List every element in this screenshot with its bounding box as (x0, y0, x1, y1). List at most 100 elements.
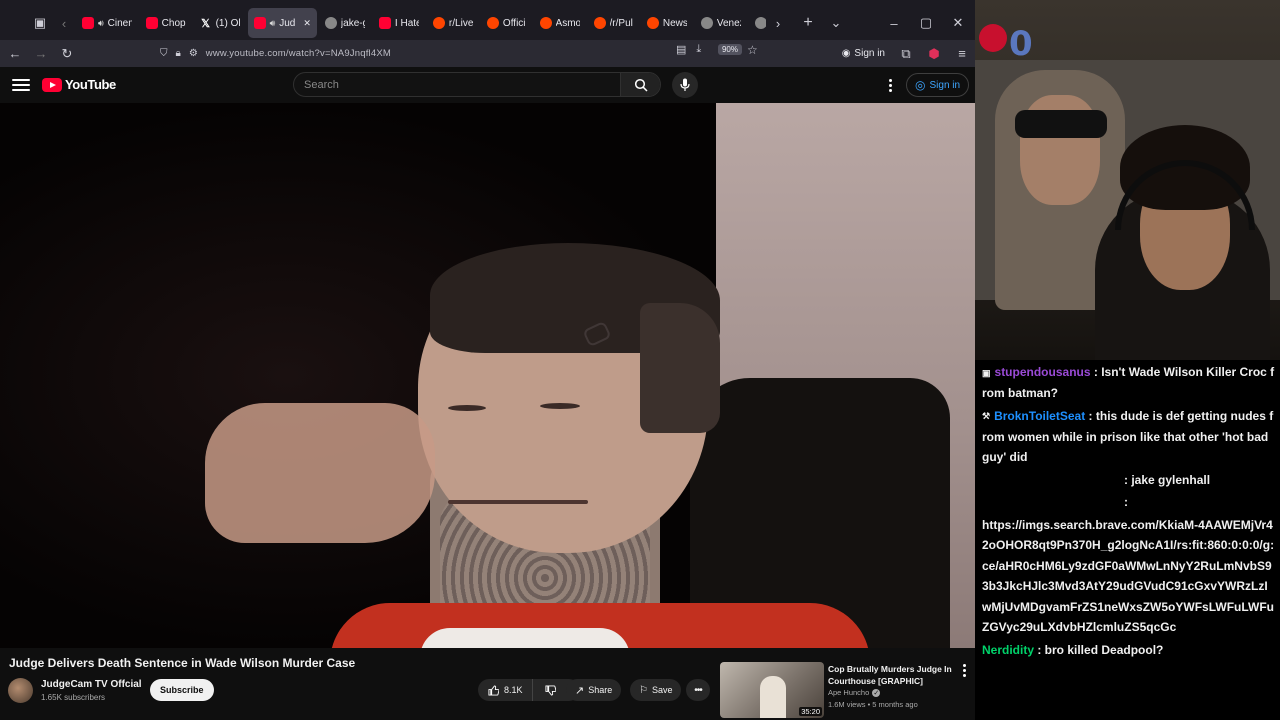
browser-tab-label: jake-g (340, 17, 365, 29)
save-button[interactable]: ⚐ Save (630, 679, 682, 701)
chat-message: ▣ stupendousanus : Isn't Wade Wilson Kill… (982, 362, 1276, 404)
reader-view-icon[interactable]: ▤ (676, 43, 686, 56)
browser-tab-label: Cinem (107, 17, 132, 29)
browser-tab[interactable]: r/Live (427, 8, 479, 38)
youtube-play-icon (42, 77, 62, 92)
bookmark-star-icon[interactable]: ☆ (747, 43, 758, 57)
search-input[interactable] (294, 78, 620, 91)
recommended-channel[interactable]: Ape Huncho ✓ (828, 688, 881, 697)
url-text[interactable]: www.youtube.com/watch?v=NA9Jnqfl4XM (206, 48, 391, 59)
more-horizontal-icon: ••• (694, 684, 702, 696)
browser-tab[interactable]: Venez (695, 8, 747, 38)
youtube-sign-in-button[interactable]: ◎ Sign in (906, 73, 970, 97)
lock-icon[interactable]: 🔒︎ (176, 48, 181, 59)
tab-list: 🔊︎CinemChop𝕏(1) Ol🔊︎Jud✕jake-gI Hater/Li… (76, 8, 766, 38)
browser-tab[interactable]: Offici (481, 8, 532, 38)
browser-tab[interactable]: 🔊︎ Jud ✕ (247, 8, 317, 38)
webcam-feed: 0 (975, 0, 1280, 360)
ublock-icon[interactable]: ⬢ (921, 42, 947, 66)
maximize-icon[interactable]: ▢ (914, 11, 938, 35)
scroll-tabs-left-icon[interactable]: ‹ (52, 11, 76, 35)
reddit-favicon-icon (646, 17, 659, 29)
chat-message-text: : bro killed Deadpool? (1034, 642, 1164, 657)
share-button[interactable]: ↗ Share (566, 679, 622, 701)
bookmark-icon: ⚐ (639, 684, 648, 696)
browser-tab-label: News (662, 17, 687, 29)
account-icon: ◉ (841, 48, 851, 59)
permissions-icon[interactable]: ⚙ (189, 48, 198, 59)
app-menu-icon[interactable]: ≡ (949, 42, 975, 66)
reddit-favicon-icon (432, 17, 445, 29)
subscribe-button[interactable]: Subscribe (150, 679, 214, 701)
minimize-icon[interactable]: – (882, 11, 906, 35)
download-icon[interactable]: ⤓ (696, 43, 701, 56)
tab-audio-icon[interactable]: 🔊︎ (98, 18, 104, 29)
youtube-logo[interactable]: YouTube (42, 77, 116, 92)
browser-tab[interactable]: Jan. (749, 8, 766, 38)
youtube-favicon-icon (378, 17, 391, 29)
zoom-level[interactable]: 90% (717, 44, 742, 55)
more-actions-button[interactable]: ••• (686, 679, 710, 701)
thumbs-down-icon (544, 684, 556, 696)
video-hand (205, 403, 435, 543)
like-count: 8.1K (504, 685, 523, 695)
chat-message: https://imgs.search.brave.com/KkiaM-4AAW… (982, 515, 1276, 638)
user-circle-icon: ◎ (915, 78, 926, 92)
shield-icon[interactable]: ⛉ (160, 48, 168, 59)
chat-message-text: : jake gylenhall (1124, 472, 1211, 487)
browser-tab[interactable]: Asmo (534, 8, 586, 38)
close-tab-icon[interactable]: ✕ (303, 18, 311, 29)
reddit-favicon-icon (593, 17, 606, 29)
browser-tab[interactable]: 🔊︎Cinem (76, 8, 138, 38)
site-favicon-icon (700, 17, 713, 29)
chat-username[interactable]: stupendousanus (995, 365, 1091, 379)
browser-tab[interactable]: /r/Pul (588, 8, 639, 38)
forward-icon[interactable]: → (28, 42, 54, 66)
channel-avatar[interactable] (8, 678, 33, 703)
browser-tab[interactable]: 𝕏 (1) Ol (194, 8, 246, 38)
browser-tab-label: Venez (716, 17, 741, 29)
tab-audio-icon[interactable]: 🔊︎ (270, 18, 276, 29)
recommended-thumbnail[interactable]: 35:20 (720, 662, 824, 718)
scroll-tabs-right-icon[interactable]: › (766, 11, 790, 35)
reddit-favicon-icon (486, 17, 499, 29)
settings-more-icon[interactable] (884, 76, 896, 94)
browser-tab[interactable]: Chop (140, 8, 192, 38)
subscriber-count: 1.65K subscribers (41, 693, 106, 702)
tab-overview-icon[interactable]: ▣ (28, 11, 52, 35)
close-window-icon[interactable]: ✕ (946, 11, 970, 35)
browser-tab[interactable]: I Hate (373, 8, 425, 38)
site-favicon-icon (754, 17, 766, 29)
dislike-button[interactable] (537, 679, 564, 701)
guide-menu-icon[interactable] (12, 75, 30, 95)
browser-window: ▣ ‹ 🔊︎CinemChop𝕏(1) Ol🔊︎Jud✕jake-gI Hate… (0, 0, 975, 720)
video-info: Judge Delivers Death Sentence in Wade Wi… (0, 648, 975, 720)
like-button[interactable]: 8.1K (478, 679, 533, 701)
recommended-title[interactable]: Cop Brutally Murders Judge In Courthouse… (828, 663, 952, 687)
recommended-meta: 1.6M views • 5 months ago (828, 700, 918, 709)
video-player[interactable] (0, 103, 975, 648)
chat-username[interactable]: BroknToiletSeat (994, 409, 1085, 423)
voice-search-button[interactable] (672, 72, 698, 98)
recommended-more-icon[interactable] (960, 662, 968, 678)
back-icon[interactable]: ← (2, 42, 28, 66)
chat-message-text: : (1124, 495, 1128, 510)
account-sign-in-label: Sign in (854, 48, 885, 59)
browser-tab-label: Chop (161, 17, 186, 29)
navigation-bar: ← → ↻ ⛉ 🔒︎ ⚙ www.youtube.com/watch?v=NA9… (0, 40, 975, 67)
chat-message: ⚒ BroknToiletSeat : this dude is def gett… (982, 406, 1276, 468)
chat-username[interactable]: Nerdidity (982, 643, 1034, 657)
extensions-icon[interactable]: ⧉ (893, 42, 919, 66)
account-sign-in[interactable]: ◉ Sign in (836, 48, 891, 59)
address-bar[interactable]: ⛉ 🔒︎ ⚙ www.youtube.com/watch?v=NA9Jnqfl4… (152, 42, 767, 65)
chat-message-text: https://imgs.search.brave.com/KkiaM-4AAW… (982, 517, 1275, 635)
youtube-header: YouTube ◎ Sign in (0, 67, 975, 103)
tab-list-dropdown-icon[interactable]: ⌄ (824, 11, 848, 35)
new-tab-icon[interactable]: + (796, 11, 820, 35)
verified-icon: ✓ (872, 688, 881, 697)
channel-name[interactable]: JudgeCam TV Offcial (41, 679, 142, 690)
browser-tab[interactable]: News (641, 8, 693, 38)
browser-tab[interactable]: jake-g (319, 8, 371, 38)
search-button[interactable] (620, 73, 660, 96)
reload-icon[interactable]: ↻ (54, 42, 80, 66)
